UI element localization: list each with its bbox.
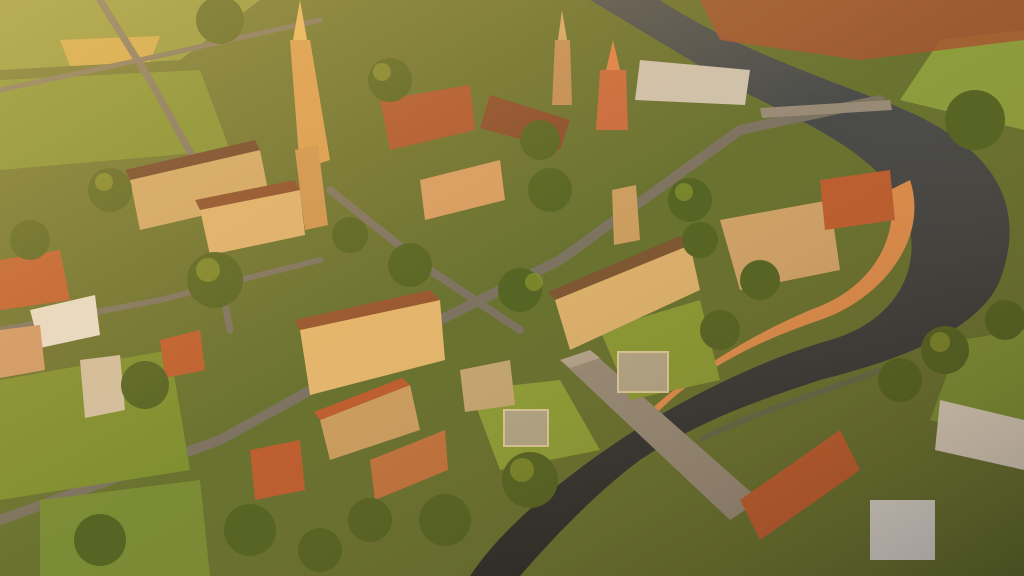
aerial-city-photo <box>0 0 1024 576</box>
sunlight-overlay <box>0 0 1024 576</box>
